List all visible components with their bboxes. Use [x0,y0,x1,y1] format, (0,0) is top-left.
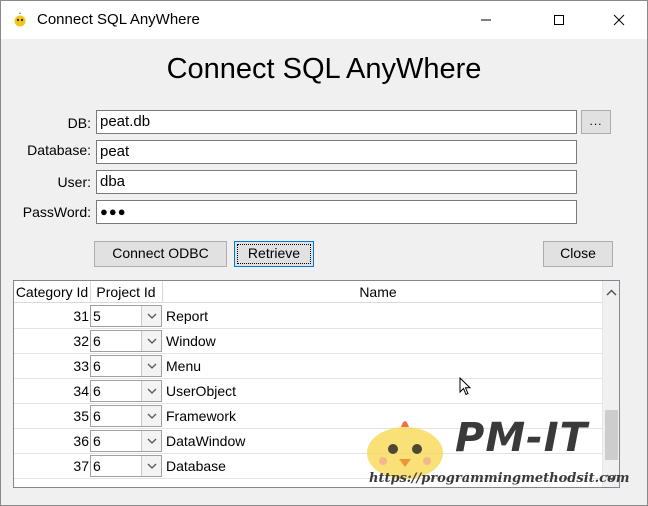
page-title: Connect SQL AnyWhere [166,53,482,85]
category-id-cell: 34 [73,383,89,399]
focus-rectangle [237,244,311,264]
category-id-cell: 36 [73,433,89,449]
user-label: User: [57,174,91,190]
database-field[interactable]: peat [96,140,577,164]
app-icon [14,12,26,27]
scroll-down-icon[interactable] [606,474,617,481]
category-id-cell: 35 [73,408,89,424]
category-id-cell: 37 [73,458,89,474]
minimize-button[interactable] [463,1,509,39]
chevron-down-icon[interactable] [141,381,161,401]
name-cell: UserObject [166,383,237,399]
name-cell: DataWindow [166,433,246,449]
password-field[interactable]: ●●● [96,200,577,224]
name-cell: Window [166,333,216,349]
name-cell: Database [166,458,226,474]
project-id-dropdown[interactable]: 5 [90,305,162,327]
db-field[interactable]: peat.db [96,110,577,134]
chevron-down-icon[interactable] [141,431,161,451]
retrieve-button[interactable]: Retrieve [234,241,314,267]
table-row[interactable]: 35 6 Framework [14,404,602,429]
maximize-button[interactable] [536,1,582,39]
user-field[interactable]: dba [96,170,577,194]
password-label: PassWord: [22,204,91,220]
table-row[interactable]: 32 6 Window [14,329,602,354]
browse-button[interactable]: ... [581,110,611,134]
column-header-project-id[interactable]: Project Id [91,284,161,300]
project-id-value: 6 [93,458,101,474]
name-cell: Framework [166,408,237,424]
window-title: Connect SQL AnyWhere [37,11,200,28]
scroll-up-icon[interactable] [606,289,617,296]
table-row[interactable]: 34 6 UserObject [14,379,602,404]
table-row[interactable]: 31 5 Report [14,304,602,329]
chevron-down-icon[interactable] [141,356,161,376]
grid-header: Category Id Project Id Name [14,281,602,303]
connect-odbc-button[interactable]: Connect ODBC [94,241,227,267]
project-id-dropdown[interactable]: 6 [90,330,162,352]
project-id-dropdown[interactable]: 6 [90,405,162,427]
category-id-cell: 31 [73,308,89,324]
close-icon [613,14,625,26]
project-id-value: 6 [93,333,101,349]
category-id-cell: 33 [73,358,89,374]
data-grid[interactable]: Category Id Project Id Name 31 5 Report … [13,280,620,488]
minimize-icon [481,19,491,21]
app-window: Connect SQL AnyWhere Connect SQL AnyWher… [0,0,648,506]
table-row[interactable]: 37 6 Database [14,454,602,479]
project-id-dropdown[interactable]: 6 [90,430,162,452]
project-id-value: 6 [93,408,101,424]
mouse-cursor-icon [459,377,472,396]
chevron-down-icon[interactable] [141,306,161,326]
project-id-value: 6 [93,383,101,399]
chevron-down-icon[interactable] [141,331,161,351]
project-id-dropdown[interactable]: 6 [90,355,162,377]
vertical-scrollbar[interactable] [602,281,619,487]
column-header-category-id[interactable]: Category Id [14,284,90,300]
category-id-cell: 32 [73,333,89,349]
chevron-down-icon[interactable] [141,456,161,476]
project-id-value: 6 [93,433,101,449]
name-cell: Menu [166,358,202,374]
title-bar[interactable]: Connect SQL AnyWhere [1,1,647,39]
project-id-dropdown[interactable]: 6 [90,455,162,477]
close-window-button[interactable] [596,1,642,39]
name-cell: Report [166,308,209,324]
column-header-name[interactable]: Name [163,284,593,300]
chevron-down-icon[interactable] [141,406,161,426]
table-row[interactable]: 36 6 DataWindow [14,429,602,454]
scrollbar-thumb[interactable] [605,410,618,460]
project-id-dropdown[interactable]: 6 [90,380,162,402]
maximize-icon [554,15,564,25]
project-id-value: 6 [93,358,101,374]
table-row[interactable]: 33 6 Menu [14,354,602,379]
project-id-value: 5 [93,308,101,324]
database-label: Database: [27,142,91,158]
db-label: DB: [67,115,91,131]
close-button[interactable]: Close [543,241,613,267]
